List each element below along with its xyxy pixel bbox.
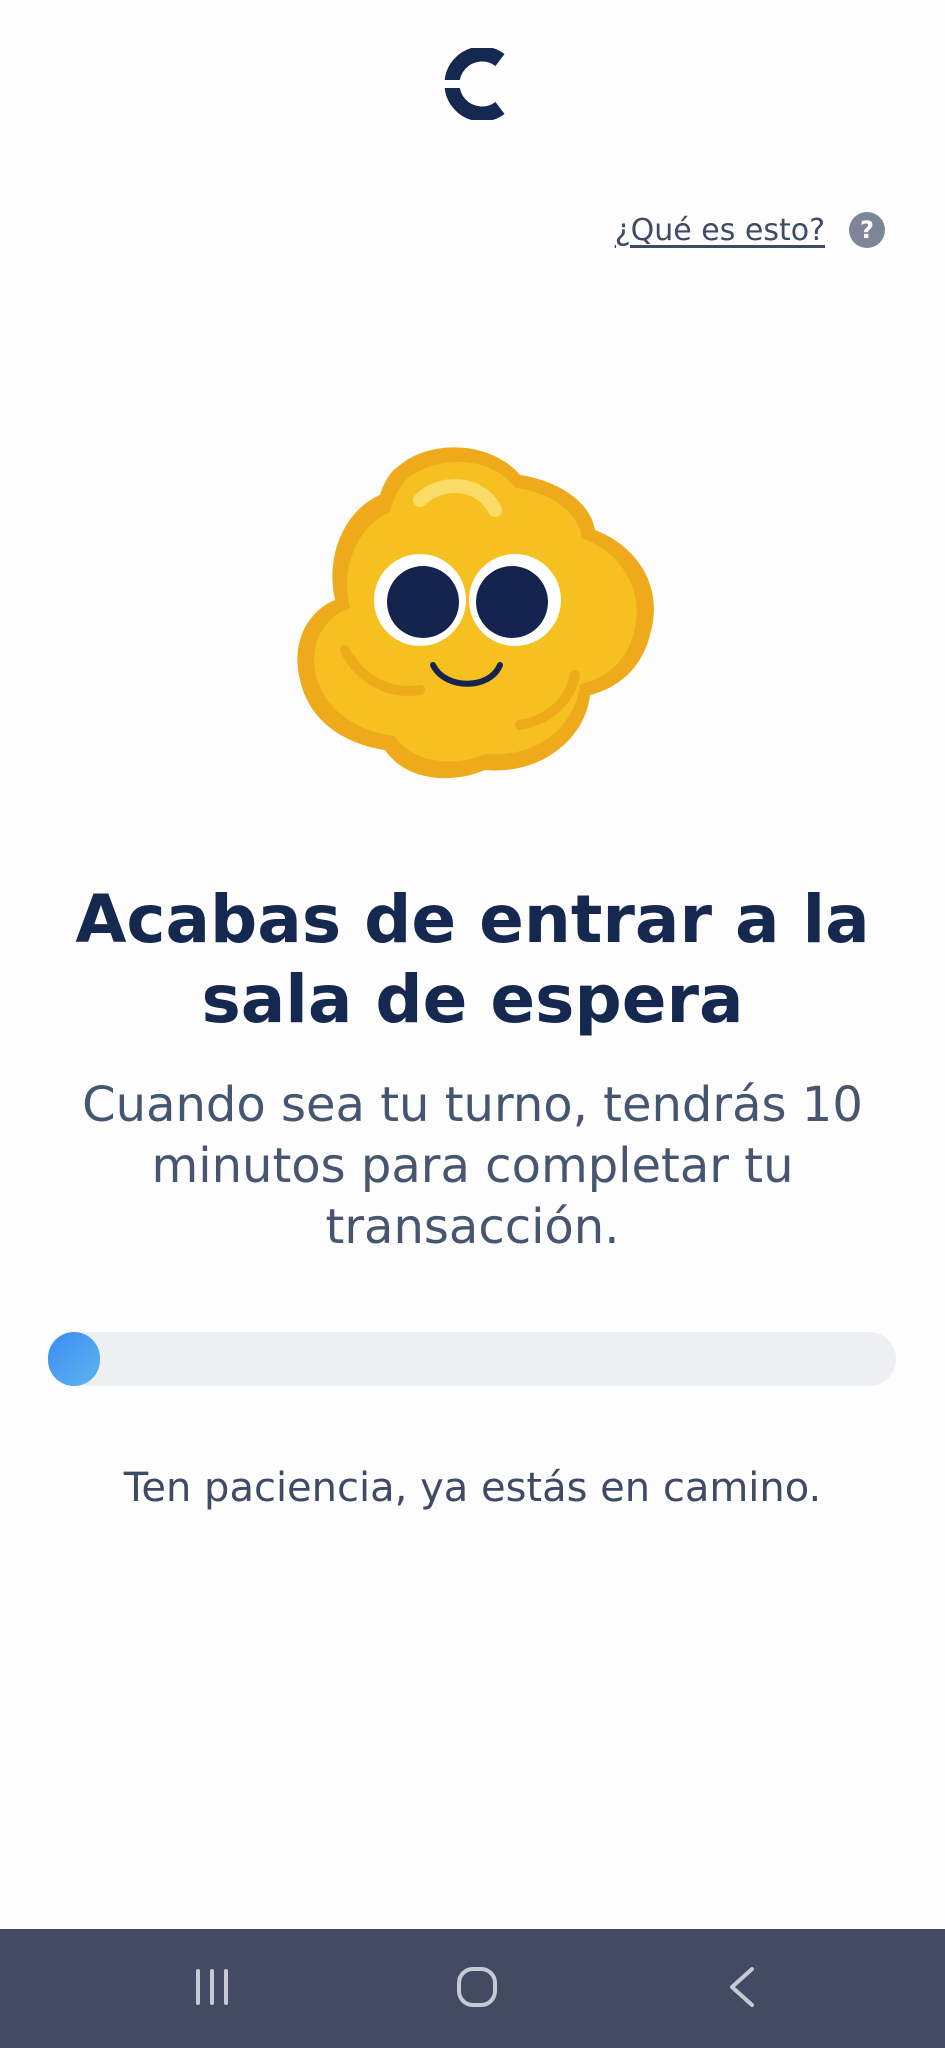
back-button[interactable] (697, 1947, 787, 2027)
patience-message: Ten paciencia, ya estás en camino. (123, 1465, 822, 1511)
progress-fill (48, 1332, 100, 1386)
waiting-room-screen: ¿Qué es esto? ? Acabas de entrar a la sa… (0, 0, 945, 2048)
home-icon (457, 1967, 497, 2007)
what-is-this-link[interactable]: ¿Qué es esto? (615, 213, 825, 248)
system-navigation-bar (0, 1929, 945, 2048)
waiting-info-text: Cuando sea tu turno, tendrás 10 minutos … (82, 1077, 863, 1255)
recent-apps-button[interactable] (167, 1947, 257, 2027)
home-button[interactable] (432, 1947, 522, 2027)
question-icon[interactable]: ? (849, 212, 885, 248)
smiling-yellow-blob-mascot-icon (297, 447, 654, 779)
recent-apps-icon (196, 1969, 228, 2005)
help-row: ¿Qué es esto? ? (615, 212, 885, 248)
page-title: Acabas de entrar a la sala de espera (75, 881, 870, 1038)
cabify-logo-icon (440, 48, 505, 120)
back-icon (730, 1967, 754, 2007)
waiting-progress-bar (48, 1332, 896, 1386)
